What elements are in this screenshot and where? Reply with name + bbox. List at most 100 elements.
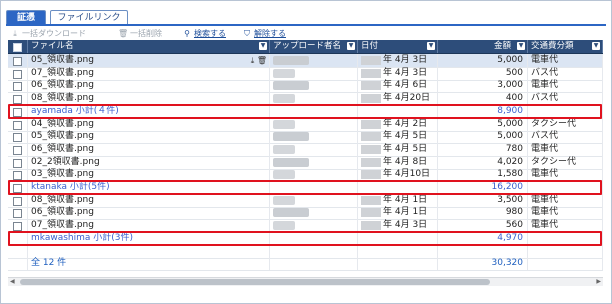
- file-name[interactable]: 08_領収書.png: [31, 93, 94, 103]
- bulk-download-label: 一括ダウンロード: [22, 29, 86, 38]
- date-cell: 年 4月 1日: [358, 193, 438, 207]
- subtotal-label: ayamada 小計(４件): [31, 105, 119, 116]
- column-header-file-name[interactable]: ファイル名 ▼: [28, 40, 270, 53]
- redacted-uploader-name: [273, 195, 295, 205]
- row-checkbox[interactable]: [13, 209, 22, 219]
- file-name[interactable]: 06_領収書.png: [31, 80, 94, 90]
- select-all-checkbox[interactable]: [13, 43, 22, 52]
- date-value: 年 4月 5日: [383, 131, 428, 142]
- file-name[interactable]: 06_領収書.png: [31, 144, 94, 154]
- empty-cell: [8, 257, 28, 271]
- trash-icon[interactable]: 🗑: [257, 56, 267, 65]
- column-label-uploader: アップロード者名: [273, 41, 342, 51]
- date-value: 年 4月 5日: [383, 143, 428, 154]
- column-menu-icon[interactable]: ▼: [427, 42, 435, 50]
- file-name[interactable]: 08_領収書.png: [31, 195, 94, 205]
- subtotal-amount: 16,200: [491, 182, 524, 192]
- empty-cell: [8, 244, 28, 258]
- row-checkbox[interactable]: [13, 145, 22, 155]
- subtotal-label-cell: mkawashima 小計(3件): [28, 231, 270, 245]
- column-menu-icon[interactable]: ▼: [517, 42, 525, 50]
- amount-value: 1,580: [497, 169, 523, 180]
- column-menu-icon[interactable]: ▼: [347, 42, 355, 50]
- row-checkbox[interactable]: [13, 69, 22, 79]
- category-value: バス代: [531, 67, 559, 78]
- row-checkbox[interactable]: [13, 133, 22, 143]
- redacted-year: [361, 68, 381, 78]
- redacted-year: [361, 56, 381, 65]
- uploader-cell: [270, 54, 358, 67]
- category-cell: 電車代: [528, 206, 603, 220]
- redacted-uploader-name: [273, 208, 309, 218]
- amount-value: 4,020: [497, 156, 523, 167]
- category-cell: [528, 231, 603, 245]
- subtotal-label-cell: ktanaka 小計(5件): [28, 181, 270, 194]
- column-menu-icon[interactable]: ▼: [592, 42, 600, 50]
- scroll-left-icon[interactable]: ◀: [10, 278, 15, 286]
- search-button[interactable]: ⚲ 検索する: [182, 28, 226, 40]
- redacted-year: [361, 132, 381, 142]
- column-menu-icon[interactable]: ▼: [259, 42, 267, 50]
- trash-icon: 🗑: [118, 29, 129, 38]
- column-header-date[interactable]: 日付 ▼: [358, 40, 438, 53]
- subtotal-amount-cell: 16,200: [438, 181, 528, 194]
- file-name[interactable]: 03_領収書.png: [31, 169, 94, 179]
- category-cell: バス代: [528, 92, 603, 106]
- row-checkbox[interactable]: [13, 196, 22, 206]
- redacted-uploader-name: [273, 81, 309, 91]
- scrollbar-thumb[interactable]: [20, 279, 490, 285]
- bulk-delete-button[interactable]: 🗑 一括削除: [118, 28, 162, 40]
- download-icon[interactable]: ⤓: [251, 56, 255, 65]
- empty-cell: [28, 244, 270, 258]
- uploader-cell: [270, 79, 358, 93]
- file-name[interactable]: 05_領収書.png: [31, 131, 94, 141]
- uploader-cell: [270, 219, 358, 233]
- amount-value: 3,500: [497, 194, 523, 205]
- date-cell: 年 4月 3日: [358, 66, 438, 80]
- row-checkbox[interactable]: [13, 184, 22, 193]
- row-checkbox[interactable]: [13, 107, 22, 117]
- scroll-right-icon[interactable]: ▶: [596, 278, 601, 286]
- file-name[interactable]: 07_領収書.png: [31, 68, 94, 78]
- file-name[interactable]: 06_領収書.png: [31, 207, 94, 217]
- row-checkbox[interactable]: [13, 120, 22, 130]
- row-checkbox[interactable]: [13, 82, 22, 92]
- category-value: 電車代: [531, 169, 559, 180]
- file-name[interactable]: 02_2領収書.png: [31, 157, 100, 167]
- clear-filter-label: 解除する: [254, 29, 286, 38]
- row-checkbox[interactable]: [13, 95, 22, 105]
- horizontal-scrollbar[interactable]: ◀ ▶: [8, 277, 603, 286]
- file-name-cell: 08_領収書.png: [28, 193, 270, 207]
- category-value: バス代: [531, 131, 559, 142]
- category-value: 電車代: [531, 207, 559, 218]
- redacted-uploader-name: [273, 144, 295, 154]
- file-name[interactable]: 07_領収書.png: [31, 220, 94, 230]
- row-checkbox[interactable]: [13, 57, 22, 66]
- file-name[interactable]: 05_領収書.png: [31, 55, 94, 65]
- amount-cell: 3,500: [438, 193, 528, 207]
- category-cell: 電車代: [528, 193, 603, 207]
- clear-filter-button[interactable]: ⛉ 解除する: [242, 28, 286, 40]
- uploader-cell: [270, 66, 358, 80]
- bulk-download-button[interactable]: ⤓ 一括ダウンロード: [10, 28, 86, 40]
- row-checkbox[interactable]: [13, 171, 22, 181]
- redacted-year: [361, 170, 381, 180]
- column-header-category[interactable]: 交通費分類 ▼: [528, 40, 603, 53]
- uploader-cell: [270, 168, 358, 182]
- amount-value: 5,000: [497, 131, 523, 142]
- row-checkbox[interactable]: [13, 222, 22, 232]
- redacted-uploader-name: [273, 132, 309, 142]
- subtotal-label: mkawashima 小計(3件): [31, 232, 133, 243]
- column-header-amount[interactable]: 金額 ▼: [438, 40, 528, 53]
- category-cell: 電車代: [528, 219, 603, 233]
- amount-value: 3,000: [497, 80, 523, 91]
- subtotal-amount: 8,900: [497, 105, 523, 116]
- tab-file-link[interactable]: ファイルリンク: [50, 10, 128, 25]
- tab-evidence[interactable]: 証憑: [6, 10, 46, 25]
- category-cell: タクシー代: [528, 155, 603, 169]
- column-header-uploader[interactable]: アップロード者名 ▼: [270, 40, 358, 53]
- file-name-cell: 02_2領収書.png: [28, 155, 270, 169]
- file-name[interactable]: 04_領収書.png: [31, 119, 94, 129]
- row-checkbox[interactable]: [13, 158, 22, 168]
- empty-cell: [528, 244, 603, 258]
